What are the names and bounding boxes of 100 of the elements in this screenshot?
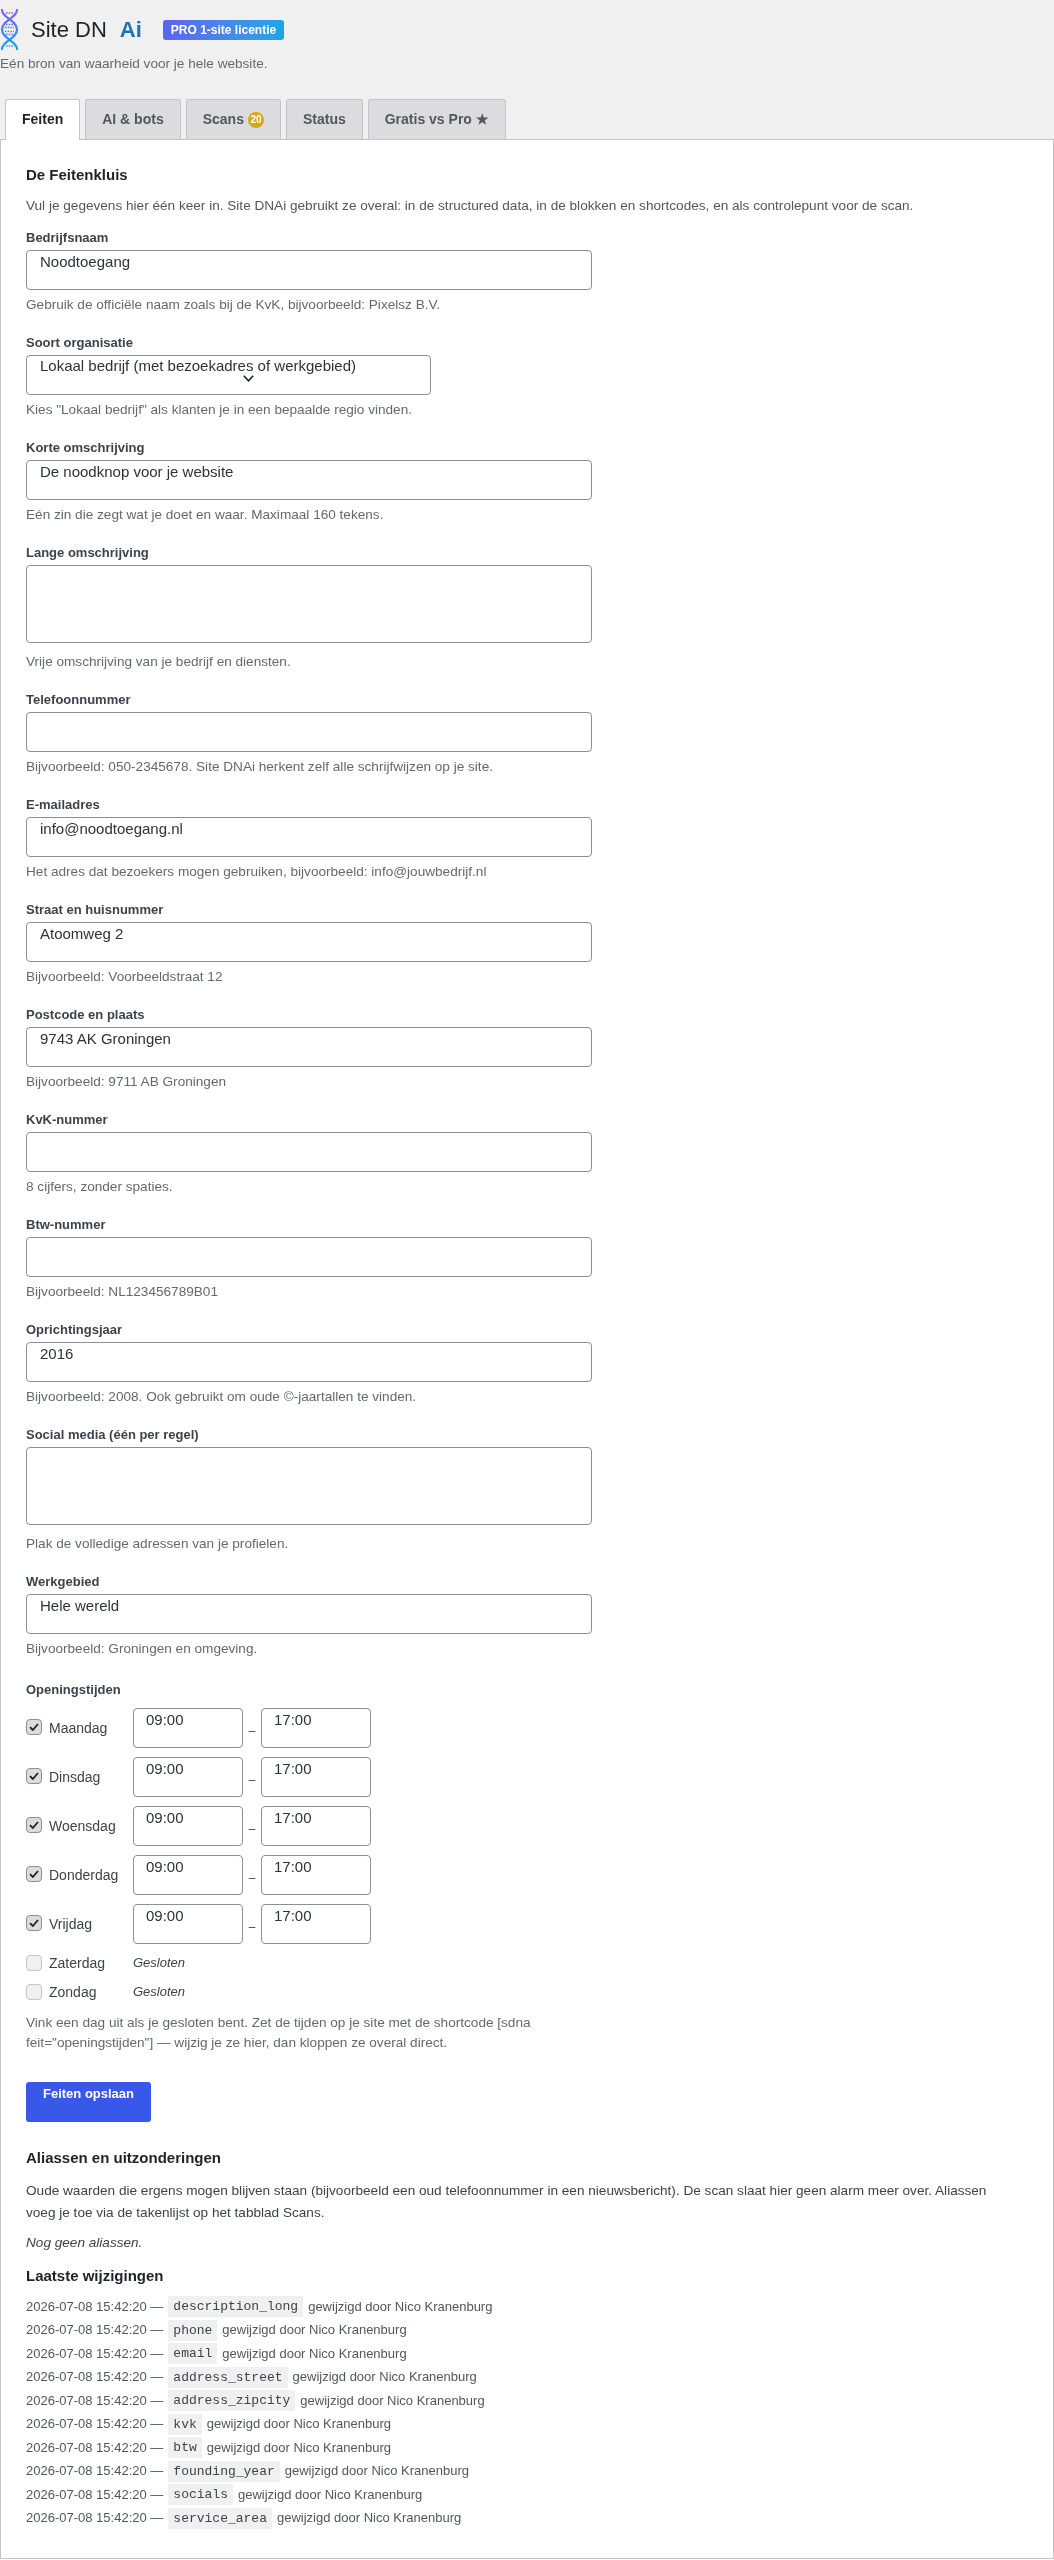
text-input[interactable]: De noodknop voor je website xyxy=(26,460,592,500)
change-timestamp: 2026-07-08 15:42:20 — xyxy=(26,2321,164,2340)
time-separator: – xyxy=(247,1771,257,1788)
section-title: Aliassen en uitzonderingen xyxy=(26,2148,223,2168)
change-author: gewijzigd door Nico Kranenburg xyxy=(276,2509,462,2528)
checkbox[interactable] xyxy=(26,1865,42,1882)
field-label: Postcode en plaats xyxy=(26,1006,146,1024)
chevron-down-icon xyxy=(243,375,254,382)
field-label: Bedrijfsnaam xyxy=(26,229,110,247)
field-hint: Gebruik de officiële naam zoals bij de KvK, bijvoorbeeld: Pixelsz B.V. xyxy=(26,296,442,314)
field-hint: Bijvoorbeeld: 9711 AB Groningen xyxy=(26,1073,228,1091)
text-input[interactable] xyxy=(26,712,592,752)
field-hint: 8 cijfers, zonder spaties. xyxy=(26,1178,174,1196)
field-key: btw xyxy=(168,2437,202,2459)
day-label: Maandag xyxy=(49,1719,108,1738)
field-label: Openingstijden xyxy=(26,1681,122,1699)
checkbox[interactable] xyxy=(26,1816,42,1833)
change-author: gewijzigd door Nico Kranenburg xyxy=(206,2415,391,2434)
field-key: email xyxy=(168,2343,218,2365)
field-hint: Vrije omschrijving van je bedrijf en diensten. xyxy=(26,653,292,671)
text-input[interactable]: 2016 xyxy=(26,1342,592,1382)
text-input[interactable] xyxy=(26,1132,592,1172)
dna-helix-icon xyxy=(0,9,19,50)
select-field[interactable]: Lokaal bedrijf (met bezoekadres of werkgebied) xyxy=(26,355,431,395)
day-label: Vrijdag xyxy=(49,1915,93,1934)
day-label: Woensdag xyxy=(49,1817,116,1836)
field-key: phone xyxy=(168,2319,218,2341)
check-icon xyxy=(29,1820,39,1829)
change-timestamp: 2026-07-08 15:42:20 — xyxy=(26,2462,164,2481)
check-icon xyxy=(29,1771,39,1780)
check-icon xyxy=(29,1722,39,1731)
field-key: description_long xyxy=(168,2296,304,2318)
time-input[interactable]: 09:00 xyxy=(133,1855,243,1895)
field-hint: Eén zin die zegt wat je doet en waar. Maximaal 160 tekens. xyxy=(26,506,385,524)
time-separator: – xyxy=(247,1918,257,1935)
time-separator: – xyxy=(247,1722,257,1739)
field-hint: Bijvoorbeeld: Voorbeeldstraat 12 xyxy=(26,968,224,986)
field-label: KvK-nummer xyxy=(26,1111,109,1129)
checkbox[interactable] xyxy=(26,1767,42,1784)
checkbox[interactable] xyxy=(26,1955,42,1971)
time-input[interactable]: 17:00 xyxy=(261,1806,371,1846)
time-input[interactable]: 09:00 xyxy=(133,1708,243,1748)
time-input[interactable]: 17:00 xyxy=(261,1708,371,1748)
day-label: Zaterdag xyxy=(49,1954,106,1973)
field-hint: Vink een dag uit als je gesloten bent. Zet de tijden op je site met de shortcode [sdna feit="openingstijden"] — wijzig je ze hier, dan kloppen ze overal direct. xyxy=(26,2014,532,2052)
field-hint: Bijvoorbeeld: NL123456789B01 xyxy=(26,1283,219,1301)
time-separator: – xyxy=(247,1869,257,1886)
field-label: Soort organisatie xyxy=(26,334,134,352)
text-input[interactable]: Hele wereld xyxy=(26,1594,592,1634)
text-area[interactable] xyxy=(26,1447,592,1525)
text-input[interactable]: 9743 AK Groningen xyxy=(26,1027,592,1067)
tab[interactable]: Feiten xyxy=(5,99,81,140)
time-input[interactable]: 09:00 xyxy=(133,1806,243,1846)
license-badge: PRO 1-site licentie xyxy=(162,19,285,40)
field-label: Social media (één per regel) xyxy=(26,1426,200,1444)
time-input[interactable]: 17:00 xyxy=(261,1757,371,1797)
text-input[interactable]: info@noodtoegang.nl xyxy=(26,817,592,857)
tab[interactable]: Status xyxy=(285,99,363,139)
change-timestamp: 2026-07-08 15:42:20 — xyxy=(26,2485,164,2504)
change-timestamp: 2026-07-08 15:42:20 — xyxy=(26,2391,164,2410)
field-key: address_street xyxy=(168,2366,288,2388)
closed-label: Gesloten xyxy=(133,1954,186,1972)
field-key: kvk xyxy=(168,2413,202,2435)
closed-label: Gesloten xyxy=(133,1983,186,2001)
tab[interactable]: Scans 20 xyxy=(185,99,281,139)
tagline: Eén bron van waarheid voor je hele website. xyxy=(0,55,269,73)
change-author: gewijzigd door Nico Kranenburg xyxy=(292,2368,477,2387)
field-key: service_area xyxy=(168,2507,272,2529)
text-input[interactable]: Noodtoegang xyxy=(26,250,592,290)
time-input[interactable]: 09:00 xyxy=(133,1904,243,1944)
change-timestamp: 2026-07-08 15:42:20 — xyxy=(26,2344,164,2363)
field-label: Lange omschrijving xyxy=(26,544,150,562)
checkbox[interactable] xyxy=(26,1984,42,2000)
field-hint: Bijvoorbeeld: Groningen en omgeving. xyxy=(26,1640,259,1658)
save-button[interactable]: Feiten opslaan xyxy=(26,2082,151,2122)
day-label: Zondag xyxy=(49,1983,97,2002)
checkbox[interactable] xyxy=(26,1914,42,1931)
field-label: Korte omschrijving xyxy=(26,439,146,457)
text-input[interactable]: Atoomweg 2 xyxy=(26,922,592,962)
field-key: socials xyxy=(168,2484,233,2506)
section-title: Laatste wijzigingen xyxy=(26,2266,165,2286)
check-icon xyxy=(29,1918,39,1927)
text-input[interactable] xyxy=(26,1237,592,1277)
change-author: gewijzigd door Nico Kranenburg xyxy=(300,2391,485,2410)
checkbox[interactable] xyxy=(26,1718,42,1735)
text-area[interactable] xyxy=(26,565,592,643)
field-key: address_zipcity xyxy=(168,2390,296,2412)
day-label: Dinsdag xyxy=(49,1768,101,1787)
time-separator: – xyxy=(247,1820,257,1837)
change-author: gewijzigd door Nico Kranenburg xyxy=(222,2321,407,2340)
change-author: gewijzigd door Nico Kranenburg xyxy=(206,2438,391,2457)
time-input[interactable]: 17:00 xyxy=(261,1904,371,1944)
tab[interactable]: AI & bots xyxy=(85,99,181,139)
change-author: gewijzigd door Nico Kranenburg xyxy=(284,2462,470,2481)
time-input[interactable]: 17:00 xyxy=(261,1855,371,1895)
count-badge: 20 xyxy=(247,111,264,128)
field-hint: Bijvoorbeeld: 050-2345678. Site DNAi herkent zelf alle schrijfwijzen op je site. xyxy=(26,758,494,776)
tab[interactable]: Gratis vs Pro ★ xyxy=(367,99,506,139)
field-hint: Plak de volledige adressen van je profielen. xyxy=(26,1535,290,1553)
time-input[interactable]: 09:00 xyxy=(133,1757,243,1797)
